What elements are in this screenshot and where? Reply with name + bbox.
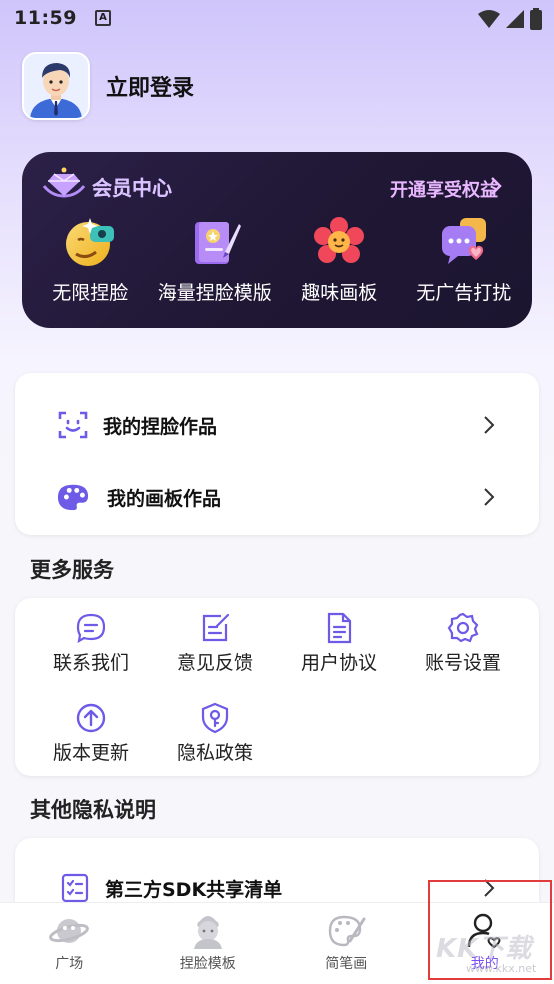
contact-us-button[interactable]: 联系我们 [29, 612, 153, 675]
user-agreement-button[interactable]: 用户协议 [277, 612, 401, 675]
status-icons [478, 8, 542, 30]
chevron-right-icon [484, 488, 495, 506]
login-link[interactable]: 立即登录 [106, 70, 194, 102]
status-bar: 11:59 A [0, 0, 554, 36]
vip-benefits: 无限捏脸 海量捏脸模版 趣味画板 无广告打扰 [22, 214, 532, 305]
tab-face-template[interactable]: 捏脸模板 [139, 903, 278, 984]
battery-icon [530, 8, 542, 30]
version-update-button[interactable]: 版本更新 [29, 702, 153, 765]
benefit-label: 无广告打扰 [416, 282, 512, 304]
notification-a-icon: A [94, 10, 111, 26]
row-label: 我的画板作品 [107, 487, 222, 510]
more-services-card: 联系我们 意见反馈 用户协议 账号设置 版本更新 隐私政策 [15, 598, 539, 776]
chat-bubbles-icon [436, 214, 492, 270]
benefit-label: 无限捏脸 [52, 282, 129, 304]
account-settings-button[interactable]: 账号设置 [401, 612, 525, 675]
watermark: KK下载 [436, 934, 533, 964]
benefit-no-ads[interactable]: 无广告打扰 [404, 214, 524, 305]
diamond-crest-icon [42, 167, 86, 198]
benefit-label: 趣味画板 [301, 282, 378, 304]
service-label: 隐私政策 [176, 742, 253, 764]
palette-icon [57, 481, 89, 513]
wifi-icon [478, 10, 500, 28]
chevron-right-icon [484, 879, 495, 897]
my-works-card: 我的捏脸作品 我的画板作品 [15, 373, 539, 535]
avatar-man-icon [24, 54, 88, 118]
tab-label: 简笔画 [325, 956, 368, 972]
vip-center-card[interactable]: 会员中心 开通享受权益 无限捏脸 海量捏脸模版 趣味画板 无广告打扰 [22, 152, 532, 328]
message-icon [76, 613, 106, 644]
chevron-right-icon [484, 416, 495, 434]
profile-header[interactable]: 立即登录 [22, 52, 194, 120]
tab-label: 广场 [55, 956, 84, 972]
template-book-icon [187, 214, 243, 270]
planet-icon [49, 919, 90, 943]
feedback-icon [202, 613, 230, 642]
watermark-url: www.kkx.net [466, 962, 537, 975]
avatar[interactable] [22, 52, 90, 120]
face-template-icon [193, 916, 222, 949]
update-icon [76, 703, 106, 733]
service-label: 账号设置 [424, 652, 501, 674]
row-label: 我的捏脸作品 [103, 415, 218, 438]
face-scan-icon [57, 409, 89, 441]
my-face-works-row[interactable]: 我的捏脸作品 [15, 395, 539, 455]
vip-title: 会员中心 [92, 172, 172, 201]
brush-palette-icon [329, 915, 366, 947]
emoji-face-icon [62, 214, 118, 270]
benefit-label: 海量捏脸模版 [157, 282, 272, 304]
status-time: 11:59 [14, 7, 77, 29]
tab-sketch[interactable]: 简笔画 [277, 903, 416, 984]
service-label: 联系我们 [52, 652, 129, 674]
document-icon [327, 612, 352, 644]
service-label: 版本更新 [52, 742, 129, 764]
privacy-policy-button[interactable]: 隐私政策 [153, 702, 277, 765]
my-board-works-row[interactable]: 我的画板作品 [15, 467, 539, 527]
more-services-title: 更多服务 [30, 558, 114, 582]
feedback-button[interactable]: 意见反馈 [153, 612, 277, 675]
settings-icon [447, 612, 479, 643]
checklist-icon [59, 872, 91, 904]
flower-icon [311, 214, 367, 270]
tab-plaza[interactable]: 广场 [0, 903, 139, 984]
vip-link-chevron-icon [490, 176, 502, 200]
benefit-unlimited-face[interactable]: 无限捏脸 [30, 214, 150, 305]
privacy-icon [201, 702, 229, 734]
tab-label: 捏脸模板 [179, 956, 236, 972]
service-label: 用户协议 [300, 652, 377, 674]
other-privacy-title: 其他隐私说明 [30, 798, 156, 822]
vip-open-link[interactable]: 开通享受权益 [390, 176, 498, 202]
service-label: 意见反馈 [176, 652, 253, 674]
benefit-templates[interactable]: 海量捏脸模版 [155, 214, 275, 305]
row-label: 第三方SDK共享清单 [105, 878, 283, 901]
benefit-drawing-board[interactable]: 趣味画板 [279, 214, 399, 305]
signal-icon [506, 10, 524, 28]
